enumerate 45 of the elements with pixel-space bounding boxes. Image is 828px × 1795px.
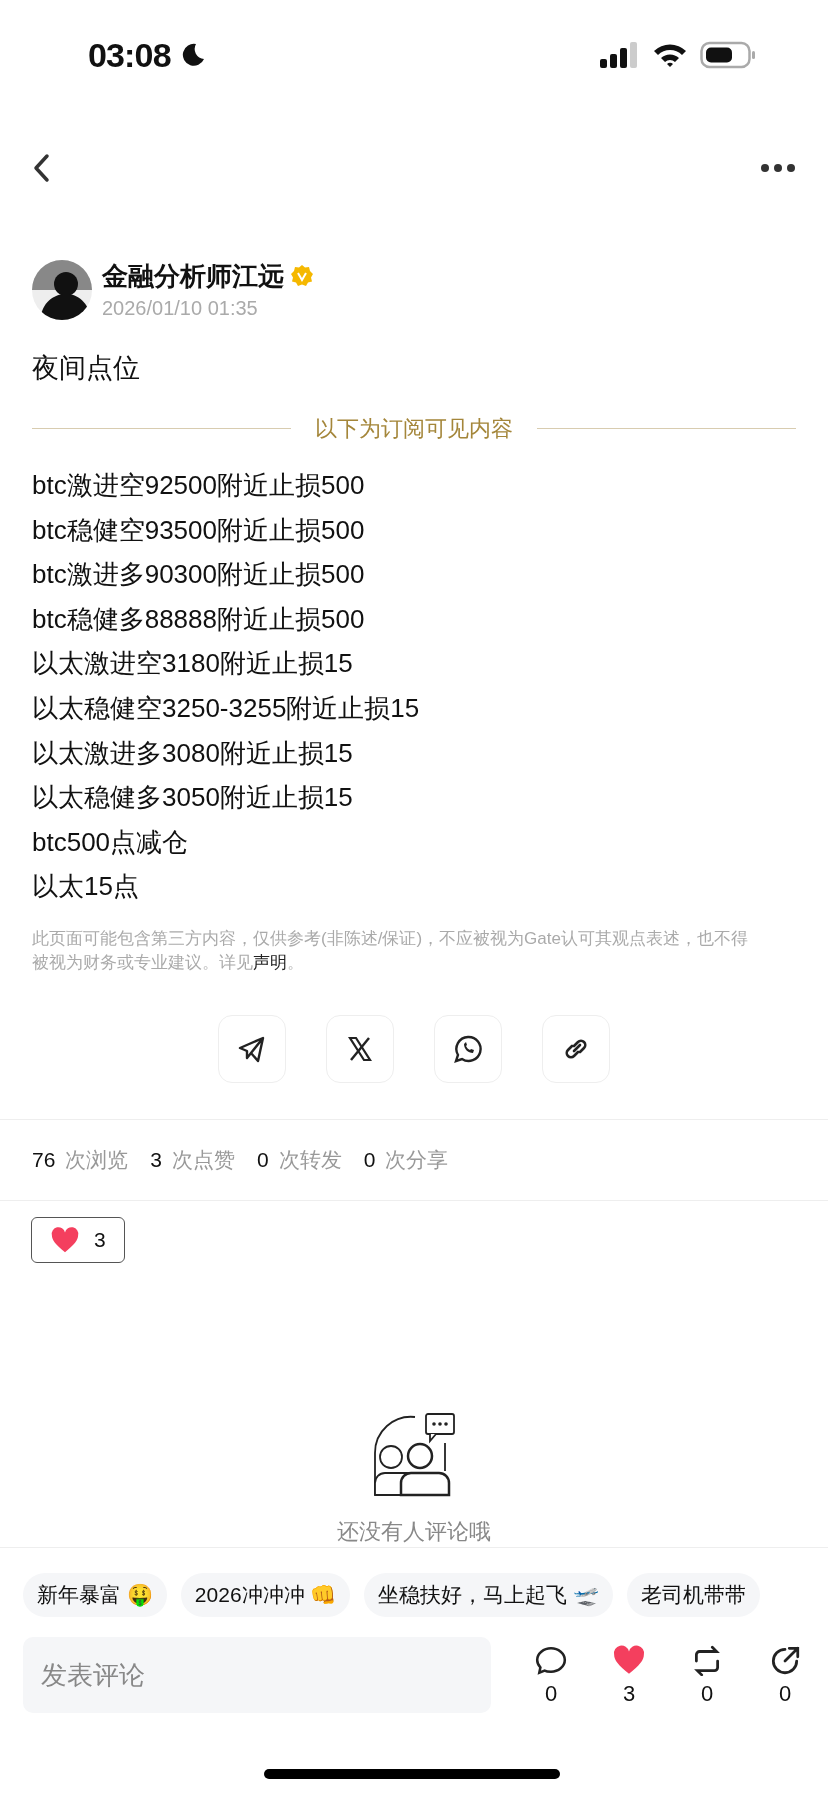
reaction-chip[interactable]: 3 bbox=[31, 1216, 125, 1263]
heart-icon bbox=[50, 1224, 80, 1255]
quick-reply-chip[interactable]: 新年暴富 🤑 bbox=[23, 1573, 167, 1617]
signal-icon bbox=[600, 41, 640, 69]
post-line: 以太稳健多3050附近止损15 bbox=[32, 781, 354, 815]
share-button[interactable] bbox=[542, 1014, 610, 1083]
stat-count: 76 bbox=[32, 1147, 56, 1174]
share-button[interactable] bbox=[218, 1014, 286, 1083]
comment-field[interactable]: 发表评论 bbox=[23, 1637, 491, 1713]
author-name[interactable]: 金融分析师江远 bbox=[102, 258, 284, 294]
stat-label: 次点赞 bbox=[172, 1147, 236, 1174]
share-button[interactable] bbox=[326, 1014, 394, 1083]
repost-action-button[interactable]: 0 bbox=[681, 1644, 733, 1706]
post-line: btc稳健空93500附近止损500 bbox=[32, 513, 366, 547]
like-action-button[interactable]: 3 bbox=[603, 1644, 655, 1706]
stat-label: 次分享 bbox=[385, 1147, 449, 1174]
subscriber-content-label: 以下为订阅可见内容 bbox=[315, 415, 513, 443]
comment-action-button[interactable]: 0 bbox=[525, 1644, 577, 1706]
statement-link[interactable]: 声明 bbox=[253, 952, 287, 972]
post-title: 夜间点位 bbox=[32, 352, 141, 385]
post-line: btc稳健多88888附近止损500 bbox=[32, 602, 366, 636]
post-date: 2026/01/10 01:35 bbox=[102, 296, 259, 321]
post-line: 以太激进空3180附近止损15 bbox=[32, 647, 354, 681]
stat-count: 3 bbox=[150, 1147, 163, 1174]
battery-icon bbox=[700, 41, 756, 69]
wifi-icon bbox=[652, 42, 688, 68]
disclaimer: 此页面可能包含第三方内容，仅供参考(非陈述/保证)，不应被视为Gate认可其观点表述，也不得被视为财务或专业建议。详见声明。 bbox=[32, 927, 749, 974]
stat-label: 次浏览 bbox=[65, 1147, 129, 1174]
post-line: btc500点减仓 bbox=[32, 825, 190, 859]
stat-count: 0 bbox=[363, 1147, 376, 1174]
status-time: 03:08 bbox=[88, 34, 171, 76]
quick-reply-chip[interactable]: 老司机带带 bbox=[627, 1573, 761, 1617]
post-line: btc激进多90300附近止损500 bbox=[32, 558, 366, 592]
quick-reply-chip[interactable]: 坐稳扶好，马上起飞 🛫 bbox=[364, 1573, 614, 1617]
share-action-button[interactable]: 0 bbox=[759, 1644, 811, 1706]
post-line: btc激进空92500附近止损500 bbox=[32, 469, 366, 502]
post-line: 以太激进多3080附近止损15 bbox=[32, 736, 354, 770]
empty-comments-text: 还没有人评论哦 bbox=[337, 1517, 491, 1546]
quick-reply-chip[interactable]: 2026冲冲冲 👊 bbox=[180, 1573, 351, 1617]
post-line: 以太15点 bbox=[32, 870, 140, 904]
stat-count: 0 bbox=[257, 1147, 269, 1174]
more-button[interactable] bbox=[760, 162, 796, 174]
share-button[interactable] bbox=[434, 1014, 502, 1083]
post-line: 以太稳健空3250-3255附近止损15 bbox=[32, 691, 421, 725]
stat-label: 次转发 bbox=[278, 1147, 342, 1174]
